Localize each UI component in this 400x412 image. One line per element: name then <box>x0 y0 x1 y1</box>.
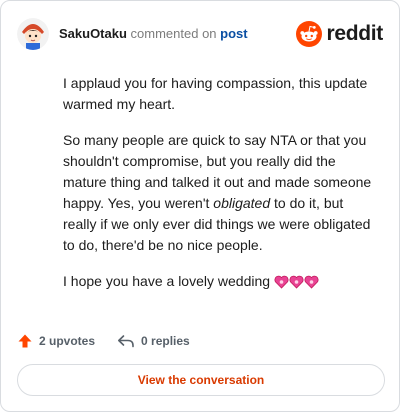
brand-wordmark: reddit <box>326 22 383 45</box>
comment-paragraph: I hope you have a lovely wedding <box>63 271 379 292</box>
reply-stat[interactable]: 0 replies <box>117 333 190 349</box>
comment-header: SakuOtaku commented on post reddit <box>17 17 383 51</box>
reddit-alien-icon <box>296 21 323 47</box>
username[interactable]: SakuOtaku <box>59 26 127 41</box>
upvote-count: 2 upvotes <box>39 334 96 348</box>
comment-attribution: SakuOtaku commented on post <box>59 26 248 42</box>
comment-text: I hope you have a lovely wedding <box>63 273 274 289</box>
action-text: commented on <box>130 26 217 41</box>
comment-card: SakuOtaku commented on post reddit I app… <box>0 0 400 412</box>
reply-count: 0 replies <box>141 334 190 348</box>
heart-icon <box>274 275 289 289</box>
reddit-logo[interactable]: reddit <box>296 21 383 47</box>
view-conversation-button[interactable]: View the conversation <box>17 364 385 396</box>
comment-footer: 2 upvotes 0 replies <box>17 331 212 351</box>
comment-paragraph: I applaud you for having compassion, thi… <box>63 75 368 112</box>
upvote-arrow-icon[interactable] <box>17 333 33 349</box>
user-avatar[interactable] <box>17 18 49 50</box>
hearts-emoji <box>274 275 319 289</box>
emphasized-text: obligated <box>213 195 271 211</box>
upvote-stat[interactable]: 2 upvotes <box>17 333 95 349</box>
heart-icon <box>304 275 319 289</box>
comment-body: I applaud you for having compassion, thi… <box>63 73 379 307</box>
heart-icon <box>289 275 304 289</box>
post-link[interactable]: post <box>220 26 247 41</box>
reply-arrow-icon[interactable] <box>117 333 135 349</box>
comment-paragraph: So many people are quick to say NTA or t… <box>63 130 379 256</box>
